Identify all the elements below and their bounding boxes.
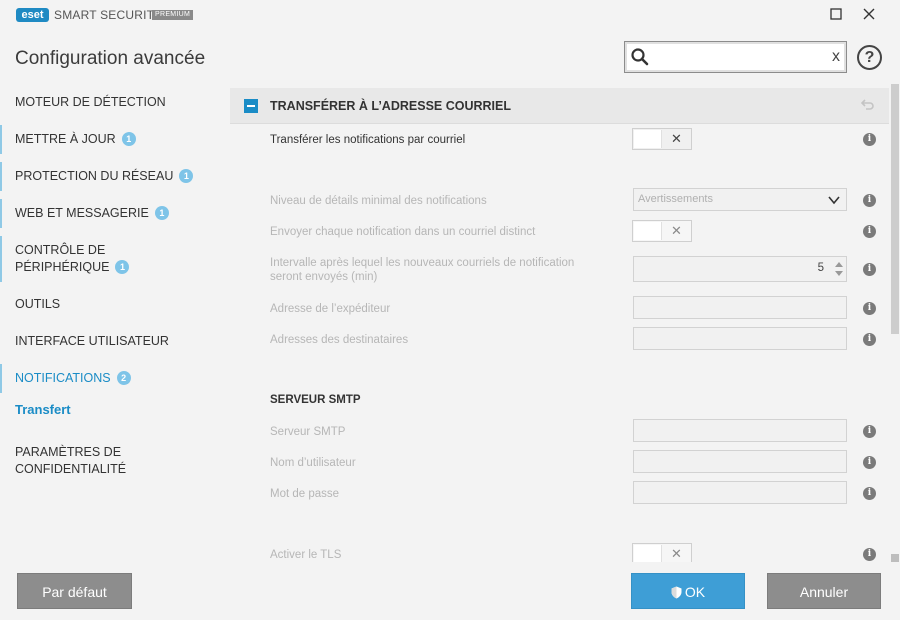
smtp-server-field[interactable]	[633, 419, 847, 442]
tls-label: Activer le TLS	[270, 549, 342, 561]
close-icon	[863, 8, 875, 20]
scroll-end-marker	[891, 554, 899, 562]
separate-email-label: Envoyer chaque notification dans un cour…	[270, 226, 536, 238]
default-button[interactable]: Par défaut	[17, 573, 132, 609]
toggle-knob	[634, 545, 662, 562]
sidebar-item-label-line1: CONTRÔLE DE	[15, 243, 106, 257]
sidebar-item-label: MOTEUR DE DÉTECTION	[15, 95, 166, 109]
recipients-label: Adresses des destinataires	[270, 334, 409, 346]
info-icon[interactable]: i	[863, 263, 876, 276]
toggle-off-icon: ✕	[671, 223, 682, 238]
recipients-field[interactable]	[633, 327, 847, 350]
sidebar-item-privacy-settings[interactable]: PARAMÈTRES DE CONFIDENTIALITÉ	[0, 444, 141, 478]
sidebar-subitem-forwarding[interactable]: Transfert	[15, 402, 71, 417]
stepper-value: 5	[817, 262, 824, 274]
sidebar-item-label: PROTECTION DU RÉSEAU	[15, 169, 174, 183]
count-badge: 1	[179, 169, 194, 183]
revert-icon[interactable]	[861, 98, 875, 110]
select-value: Avertissements	[638, 193, 713, 205]
stepper-down-icon[interactable]	[835, 271, 843, 276]
settings-panel: TRANSFÉRER À L’ADRESSE COURRIEL Transfér…	[230, 82, 889, 562]
sidebar-item-label-line2: CONFIDENTIALITÉ	[15, 462, 127, 476]
sidebar-item-label: OUTILS	[15, 297, 61, 311]
section-title: TRANSFÉRER À L’ADRESSE COURRIEL	[270, 99, 511, 113]
scroll-thumb[interactable]	[891, 84, 899, 334]
toggle-off-icon: ✕	[671, 131, 682, 146]
chevron-down-icon	[828, 196, 840, 205]
info-icon[interactable]: i	[863, 425, 876, 438]
forward-email-toggle[interactable]: ✕	[632, 128, 692, 150]
ok-button[interactable]: OK	[631, 573, 745, 609]
help-button[interactable]: ?	[857, 45, 882, 70]
search-box[interactable]: x	[624, 41, 847, 73]
interval-label-line2: seront envoyés (min)	[270, 271, 378, 283]
min-detail-select[interactable]: Avertissements	[633, 188, 847, 211]
sidebar-item-label: METTRE À JOUR	[15, 132, 116, 146]
info-icon[interactable]: i	[863, 456, 876, 469]
close-window-button[interactable]	[857, 4, 881, 28]
interval-label-line1: Intervalle après lequel les nouveaux cou…	[270, 257, 575, 269]
toggle-off-icon: ✕	[671, 546, 682, 561]
info-icon[interactable]: i	[863, 333, 876, 346]
sidebar-item-detection-engine[interactable]: MOTEUR DE DÉTECTION	[0, 94, 181, 111]
sidebar-item-label: INTERFACE UTILISATEUR	[15, 334, 169, 348]
info-icon[interactable]: i	[863, 194, 876, 207]
page-title: Configuration avancée	[15, 48, 206, 69]
maximize-button[interactable]	[824, 4, 848, 28]
sidebar-item-label: WEB ET MESSAGERIE	[15, 206, 149, 220]
info-icon[interactable]: i	[863, 302, 876, 315]
forward-email-label: Transférer les notifications par courrie…	[270, 134, 466, 146]
info-icon[interactable]: i	[863, 487, 876, 500]
eset-logo: eset	[16, 8, 49, 22]
sidebar-item-label: NOTIFICATIONS	[15, 371, 111, 385]
sidebar-item-network-protection[interactable]: PROTECTION DU RÉSEAU 1	[0, 162, 208, 191]
smtp-server-label: Serveur SMTP	[270, 426, 346, 438]
toggle-knob	[634, 130, 662, 148]
title-bar: eset SMART SECURITY PREMIUM	[0, 0, 900, 32]
count-badge: 1	[154, 206, 169, 220]
search-icon	[631, 48, 649, 66]
sidebar-item-notifications[interactable]: NOTIFICATIONS 2	[0, 364, 146, 393]
collapse-icon[interactable]	[244, 99, 258, 113]
interval-label: Intervalle après lequel les nouveaux cou…	[270, 256, 574, 284]
sidebar-item-user-interface[interactable]: INTERFACE UTILISATEUR	[0, 333, 184, 350]
sidebar-item-label-line1: PARAMÈTRES DE	[15, 445, 122, 459]
sidebar-item-device-control[interactable]: CONTRÔLE DE PÉRIPHÉRIQUE 1	[0, 236, 144, 282]
stepper-up-icon[interactable]	[835, 262, 843, 267]
cancel-button[interactable]: Annuler	[767, 573, 881, 609]
sidebar-item-update[interactable]: METTRE À JOUR 1	[0, 125, 151, 154]
section-header[interactable]: TRANSFÉRER À L’ADRESSE COURRIEL	[230, 88, 889, 124]
username-field[interactable]	[633, 450, 847, 473]
password-field[interactable]	[633, 481, 847, 504]
sidebar-item-web-email[interactable]: WEB ET MESSAGERIE 1	[0, 199, 184, 228]
ok-label: OK	[684, 584, 706, 600]
count-badge: 2	[116, 371, 131, 385]
tls-toggle[interactable]: ✕	[632, 543, 692, 562]
password-label: Mot de passe	[270, 488, 340, 500]
edition-badge: PREMIUM	[152, 10, 194, 20]
scrollbar[interactable]	[889, 82, 900, 566]
interval-stepper[interactable]: 5	[633, 256, 847, 282]
sender-address-label: Adresse de l’expéditeur	[270, 303, 391, 315]
search-input[interactable]	[653, 46, 823, 68]
shield-icon	[671, 586, 682, 599]
sender-address-field[interactable]	[633, 296, 847, 319]
sidebar-item-tools[interactable]: OUTILS	[0, 296, 75, 313]
count-badge: 1	[121, 132, 136, 146]
count-badge: 1	[115, 260, 130, 274]
sidebar-item-label-line2: PÉRIPHÉRIQUE	[15, 260, 110, 274]
maximize-icon	[830, 8, 842, 20]
info-icon[interactable]: i	[863, 225, 876, 238]
info-icon[interactable]: i	[863, 133, 876, 146]
separate-email-toggle[interactable]: ✕	[632, 220, 692, 242]
product-name: SMART SECURITY	[54, 8, 163, 22]
toggle-knob	[634, 222, 662, 240]
info-icon[interactable]: i	[863, 548, 876, 561]
clear-search-icon[interactable]: x	[832, 47, 840, 67]
smtp-heading: SERVEUR SMTP	[270, 394, 361, 406]
username-label: Nom d’utilisateur	[270, 457, 356, 469]
min-detail-label: Niveau de détails minimal des notificati…	[270, 195, 487, 207]
